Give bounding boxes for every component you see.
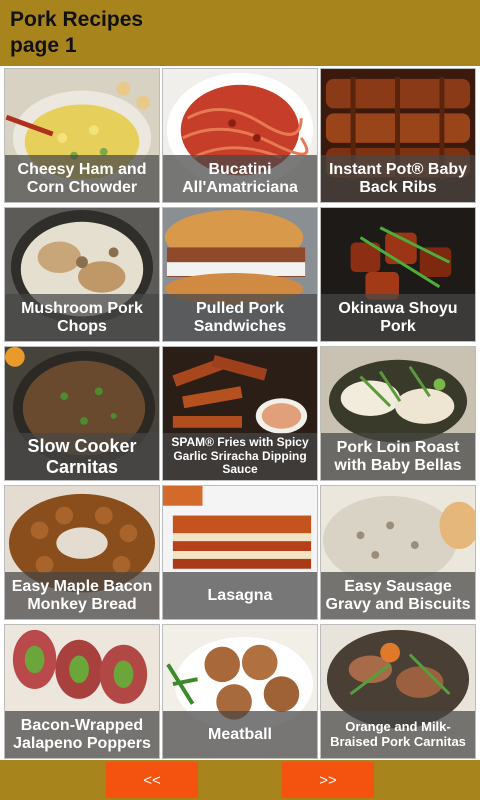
recipe-title: Pork Loin Roast with Baby Bellas — [321, 433, 475, 480]
recipe-tile[interactable]: Pulled Pork Sandwiches — [162, 207, 318, 342]
recipe-tile[interactable]: Slow Cooker Carnitas — [4, 346, 160, 481]
recipe-tile[interactable]: Meatball — [162, 624, 318, 759]
previous-page-button[interactable]: << — [106, 762, 198, 798]
recipe-tile[interactable]: SPAM® Fries with Spicy Garlic Sriracha D… — [162, 346, 318, 481]
app-title: Pork Recipes — [10, 8, 144, 31]
recipe-tile[interactable]: Okinawa Shoyu Pork — [320, 207, 476, 342]
recipe-title: Orange and Milk-Braised Pork Carnitas — [321, 711, 475, 758]
recipe-title: SPAM® Fries with Spicy Garlic Sriracha D… — [163, 433, 317, 480]
recipe-title: Lasagna — [163, 572, 317, 619]
recipe-tile[interactable]: Mushroom Pork Chops — [4, 207, 160, 342]
recipe-tile[interactable]: Bacon-Wrapped Jalapeno Poppers — [4, 624, 160, 759]
recipe-title: Mushroom Pork Chops — [5, 294, 159, 341]
recipe-tile[interactable]: Easy Maple Bacon Monkey Bread — [4, 485, 160, 620]
recipe-tile[interactable]: Bucatini All'Amatriciana — [162, 68, 318, 203]
recipe-title: Slow Cooker Carnitas — [5, 433, 159, 480]
next-page-button[interactable]: >> — [282, 762, 374, 798]
recipe-title: Meatball — [163, 711, 317, 758]
recipe-title: Okinawa Shoyu Pork — [321, 294, 475, 341]
recipe-title: Easy Maple Bacon Monkey Bread — [5, 572, 159, 619]
recipe-tile[interactable]: Orange and Milk-Braised Pork Carnitas — [320, 624, 476, 759]
recipe-title: Bucatini All'Amatriciana — [163, 155, 317, 202]
recipe-title: Cheesy Ham and Corn Chowder — [5, 155, 159, 202]
recipe-title: Instant Pot® Baby Back Ribs — [321, 155, 475, 202]
recipe-tile[interactable]: Instant Pot® Baby Back Ribs — [320, 68, 476, 203]
app-header: Pork Recipes page 1 — [0, 0, 480, 66]
recipe-grid: Cheesy Ham and Corn Chowder Bucatini All… — [0, 66, 480, 760]
recipe-tile[interactable]: Easy Sausage Gravy and Biscuits — [320, 485, 476, 620]
recipe-title: Pulled Pork Sandwiches — [163, 294, 317, 341]
recipe-tile[interactable]: Lasagna — [162, 485, 318, 620]
recipe-tile[interactable]: Pork Loin Roast with Baby Bellas — [320, 346, 476, 481]
page-indicator: page 1 — [10, 34, 77, 57]
recipe-tile[interactable]: Cheesy Ham and Corn Chowder — [4, 68, 160, 203]
recipe-title: Easy Sausage Gravy and Biscuits — [321, 572, 475, 619]
pagination-bar: << >> — [0, 760, 480, 800]
recipe-title: Bacon-Wrapped Jalapeno Poppers — [5, 711, 159, 758]
